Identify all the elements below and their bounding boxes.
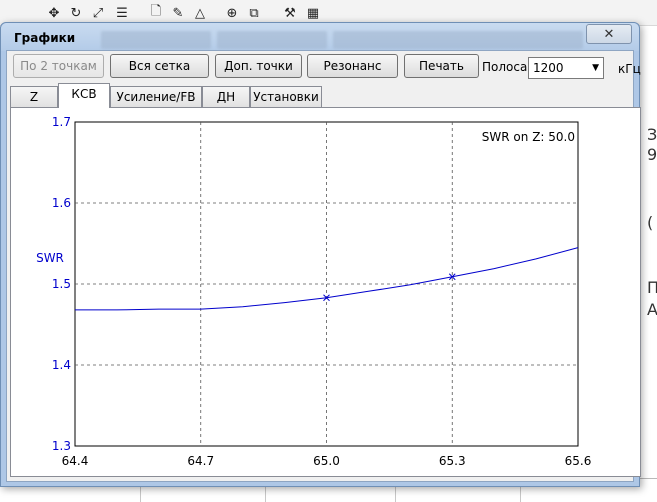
background-text: 9 (647, 145, 657, 164)
chart-annotation: SWR on Z: 50.0 (482, 130, 575, 144)
x-tick-label: 65.3 (439, 454, 466, 468)
background-text: ( (647, 213, 654, 232)
x-tick-label: 65.0 (313, 454, 340, 468)
x-tick-label: 64.7 (187, 454, 214, 468)
y-tick-label: 1.5 (52, 277, 71, 291)
swr-chart: 64.4 64.7 65.0 65.3 65.6 1.3 1.4 1.5 1.6 1.7 SWR … (36, 115, 592, 468)
y-tick-label: 1.3 (52, 439, 71, 453)
background-text: З (647, 125, 657, 144)
background-text: П (647, 278, 657, 297)
tab-swr[interactable]: КСВ (58, 83, 110, 108)
y-axis-label: SWR (36, 251, 64, 265)
background-text: А (647, 300, 657, 319)
y-tick-label: 1.6 (52, 196, 71, 210)
y-tick-label: 1.7 (52, 115, 71, 129)
x-tick-label: 65.6 (565, 454, 592, 468)
y-tick-label: 1.4 (52, 358, 71, 372)
x-tick-label: 64.4 (62, 454, 89, 468)
